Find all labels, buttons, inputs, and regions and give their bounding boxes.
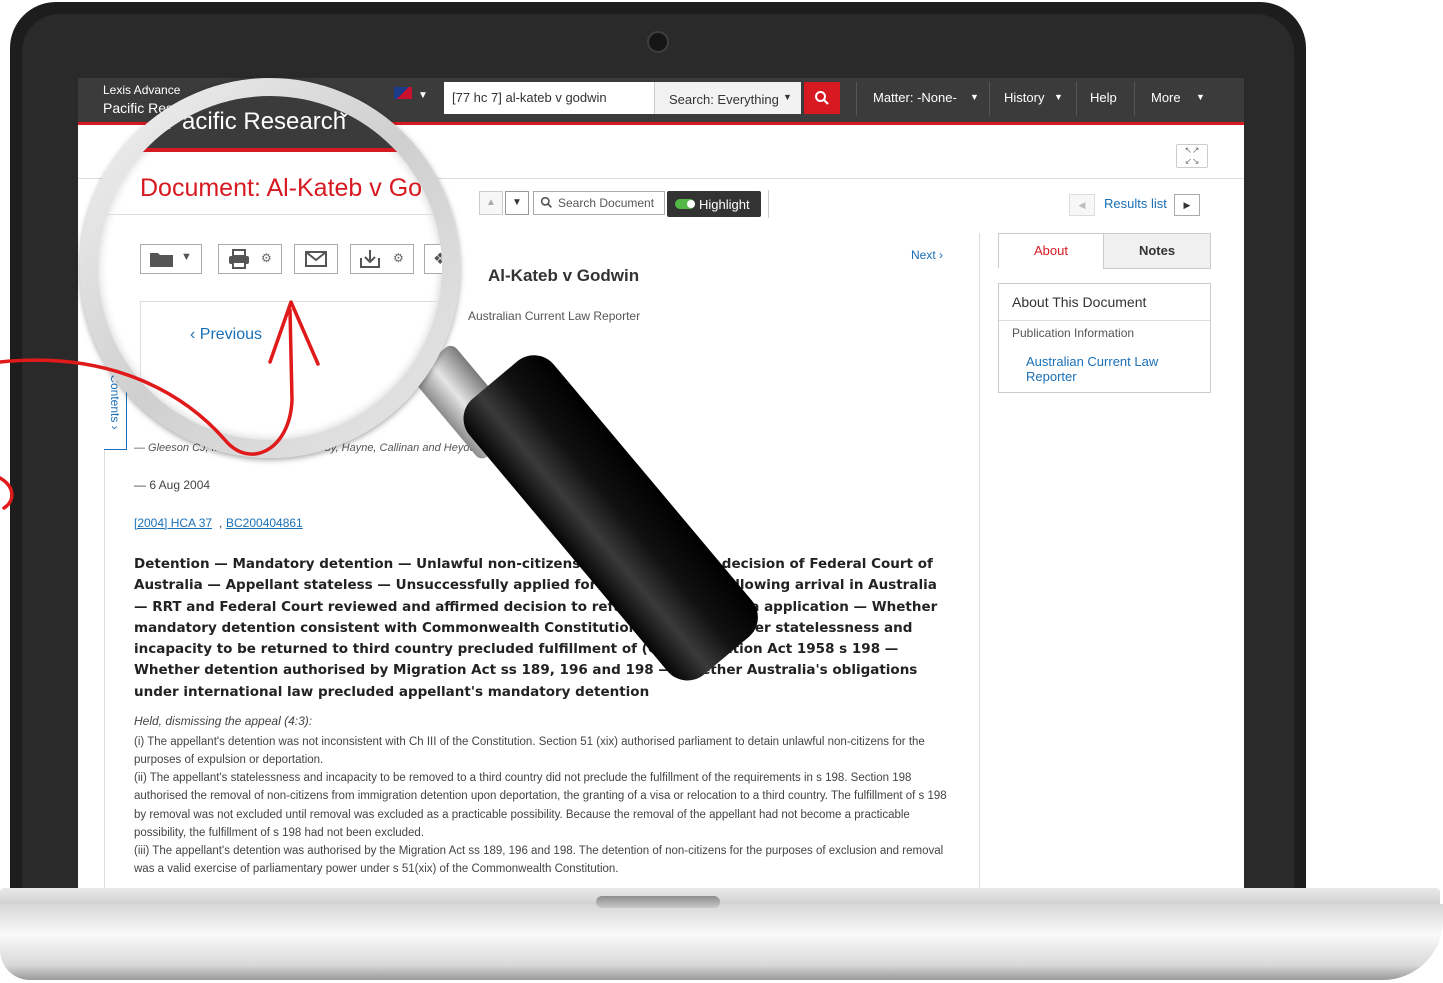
tab-notes[interactable]: Notes — [1103, 233, 1211, 269]
laptop-camera — [647, 31, 669, 53]
next-hit-button[interactable]: ▼ — [505, 191, 529, 215]
gear-icon[interactable]: ⚙ — [393, 251, 404, 265]
search-button[interactable] — [804, 82, 840, 114]
nav-separator — [989, 82, 990, 116]
search-input[interactable]: [77 hc 7] al-kateb v godwin — [444, 82, 654, 114]
about-document-box: About This Document Publication Informat… — [998, 283, 1211, 393]
history-menu[interactable]: History — [1004, 90, 1044, 105]
next-link-label: Next — [911, 248, 936, 262]
catchwords: Detention — Mandatory detention — Unlawf… — [134, 556, 938, 700]
search-icon — [540, 196, 552, 208]
folder-button[interactable]: ▼ — [140, 244, 202, 274]
highlight-label: Highlight — [699, 197, 750, 212]
brand-line-1: Lexis Advance — [103, 83, 181, 97]
matter-menu[interactable]: Matter: -None- — [873, 90, 957, 105]
search-input-value: [77 hc 7] al-kateb v godwin — [452, 90, 607, 105]
search-scope-label: Search: Everything — [669, 92, 779, 107]
email-icon — [305, 251, 327, 267]
magnified-panel-border — [140, 301, 442, 302]
previous-link-label: Previous — [199, 326, 263, 343]
tab-about[interactable]: About — [998, 233, 1104, 268]
nav-separator — [1076, 82, 1077, 116]
dropbox-button[interactable]: ❖ — [424, 244, 442, 274]
help-link[interactable]: Help — [1090, 90, 1117, 105]
expand-icon[interactable]: ↖↗ ↙↘ — [1176, 144, 1208, 168]
chevron-down-icon: ▼ — [1054, 92, 1063, 102]
results-list-link[interactable]: Results list — [1104, 196, 1167, 211]
highlight-toggle-button[interactable]: Highlight — [667, 191, 761, 217]
chevron-down-icon: ▼ — [181, 251, 192, 263]
publication-link[interactable]: Australian Current Law Reporter — [1026, 354, 1186, 384]
gear-icon[interactable]: ⚙ — [261, 251, 272, 265]
toggle-switch — [675, 199, 695, 209]
nav-separator — [1134, 82, 1135, 116]
folder-icon — [150, 253, 173, 267]
chevron-down-icon: ▼ — [1196, 92, 1205, 102]
document-date: — 6 Aug 2004 — [134, 478, 211, 492]
print-button[interactable]: ⚙ — [218, 244, 282, 274]
search-document-input[interactable]: Search Document — [533, 191, 665, 215]
magnified-brand-mark: ® — [218, 96, 232, 106]
document-title: Al-Kateb v Godwin — [488, 266, 640, 285]
previous-result-button[interactable]: ◀ — [1069, 194, 1095, 216]
download-icon — [360, 250, 380, 268]
about-heading: About This Document — [1012, 294, 1147, 310]
held-intro: Held, dismissing the appeal (4:3): — [134, 714, 313, 728]
magnified-top-bar: Pacific Research ® ⌄ — [98, 96, 442, 152]
dropbox-icon: ❖ — [433, 251, 442, 268]
tab-notes-label: Notes — [1138, 243, 1176, 258]
next-result-button[interactable]: ▶ — [1174, 194, 1200, 216]
search-icon — [815, 91, 829, 105]
chevron-down-icon: ▼ — [783, 92, 792, 102]
laptop-notch — [596, 896, 720, 908]
citation-separator: , — [219, 516, 223, 530]
print-icon — [229, 249, 249, 269]
toggle-knob — [687, 200, 695, 208]
citation-link[interactable]: [2004] HCA 37 — [134, 516, 212, 530]
previous-hit-button[interactable]: ▲ — [479, 191, 503, 215]
about-divider — [999, 320, 1210, 321]
toolbar-divider — [768, 190, 769, 218]
previous-link[interactable]: ‹ Previous — [190, 326, 262, 344]
search-scope-select[interactable]: Search: Everything ▼ — [654, 82, 801, 114]
held-paragraph: (ii) The appellant's statelessness and i… — [134, 772, 947, 839]
email-button[interactable] — [294, 244, 338, 274]
magnified-document-heading: Document: Al-Kateb v Go — [140, 174, 423, 202]
magnified-brand: Pacific Research — [166, 108, 347, 135]
next-link[interactable]: Next › — [911, 248, 943, 262]
document-source: Australian Current Law Reporter — [468, 309, 641, 323]
chevron-down-icon: ⌄ — [336, 100, 353, 122]
tab-about-label: About — [1034, 243, 1068, 258]
more-menu[interactable]: More — [1151, 90, 1181, 105]
magnified-panel-border — [140, 301, 141, 440]
magnifier-lens: Pacific Research ® ⌄ Document: Al-Kateb … — [98, 96, 442, 440]
nav-separator — [856, 82, 857, 116]
laptop-base — [0, 904, 1443, 980]
magnified-divider — [98, 214, 442, 215]
download-button[interactable]: ⚙ — [350, 244, 414, 274]
citation-link[interactable]: BC200404861 — [226, 516, 303, 530]
held-paragraph: (i) The appellant's detention was not in… — [134, 736, 925, 767]
chevron-down-icon: ▼ — [970, 92, 979, 102]
held-paragraph: (iii) The appellant's detention was auth… — [134, 845, 944, 876]
search-document-placeholder: Search Document — [558, 196, 655, 210]
publication-label: Publication Information — [1012, 326, 1135, 340]
